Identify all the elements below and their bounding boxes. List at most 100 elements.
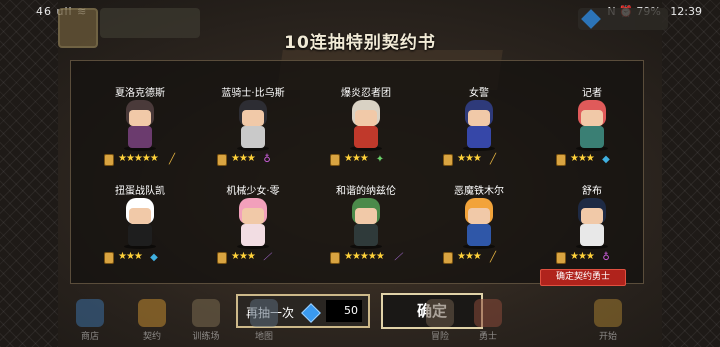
sprite-body — [354, 224, 378, 246]
gem-icon: ◆ — [602, 154, 610, 165]
sprite-face — [129, 110, 151, 126]
scroll-icon — [443, 154, 453, 166]
hero-name: 扭蛋战队凯 — [115, 186, 165, 197]
sprite-body — [467, 224, 491, 246]
sprite-body — [128, 126, 152, 148]
dialog-title: 10连抽特别契约书 — [284, 33, 436, 53]
nav-item[interactable]: 勇士 — [468, 299, 508, 343]
hero-stars: ★★★ — [231, 251, 256, 262]
baton-icon: ╱ — [489, 154, 497, 165]
ring-icon: ♁ — [602, 252, 610, 263]
nav-label: 冒险 — [430, 332, 449, 342]
nav-label: 地图 — [254, 332, 273, 342]
sprite-face — [355, 208, 377, 224]
hero-name: 舒布 — [582, 186, 602, 197]
hero-name: 夏洛克德斯 — [115, 88, 165, 99]
hero-card[interactable]: 和谐的纳兹伦 ★★★★★ ⟋ — [316, 182, 416, 286]
hero-name: 和谐的纳兹伦 — [336, 186, 396, 197]
hero-rank-row: ★★★ ╱ — [429, 251, 529, 266]
nav-icon — [76, 299, 104, 327]
sprite-body — [580, 224, 604, 246]
scroll-icon — [104, 252, 114, 264]
nav-item[interactable]: 地图 — [244, 299, 284, 343]
sprite-face — [581, 110, 603, 126]
scroll-icon — [217, 252, 227, 264]
nav-icon — [138, 299, 166, 327]
sprite-face — [468, 110, 490, 126]
player-info-panel — [100, 8, 200, 38]
hero-sprite — [570, 198, 614, 249]
hero-card[interactable]: 机械少女·零 ★★★ ⟋ — [203, 182, 303, 286]
nav-item[interactable]: 开始 — [588, 299, 628, 343]
nav-label: 勇士 — [478, 332, 497, 342]
hero-sprite — [344, 100, 388, 151]
left-web-border — [0, 0, 58, 347]
hero-sprite — [118, 198, 162, 249]
sprite-body — [241, 126, 265, 148]
confirm-contract-hero-tag[interactable]: 确定契约勇士 — [540, 269, 626, 286]
hero-card[interactable]: 夏洛克德斯 ★★★★★ ╱ — [90, 84, 190, 188]
scroll-icon — [104, 154, 114, 166]
gem-counter[interactable] — [578, 8, 668, 30]
sprite-face — [242, 208, 264, 224]
hero-rank-row: ★★★ ✦ — [316, 153, 416, 168]
right-web-border — [662, 0, 720, 347]
hero-sprite — [231, 100, 275, 151]
diamond-icon — [301, 303, 321, 323]
nav-item[interactable]: 训练场 — [186, 299, 226, 343]
sprite-face — [242, 110, 264, 126]
dialog-title-bar: 10连抽特别契约书 — [255, 28, 465, 58]
nav-item[interactable]: 契约 — [132, 299, 172, 343]
hero-sprite — [344, 198, 388, 249]
nav-label: 开始 — [598, 332, 617, 342]
staff-icon: ⟋ — [263, 252, 271, 263]
hero-rank-row: ★★★ ╱ — [429, 153, 529, 168]
sprite-body — [128, 224, 152, 246]
hero-card[interactable]: 女警 ★★★ ╱ — [429, 84, 529, 188]
hero-sprite — [118, 100, 162, 151]
hero-stars: ★★★★★ — [118, 153, 159, 164]
draw-again-cost: 50 — [326, 300, 362, 322]
hero-name: 蓝骑士·比乌斯 — [221, 88, 285, 99]
hero-sprite — [570, 100, 614, 151]
hero-card[interactable]: 蓝骑士·比乌斯 ★★★ ♁ — [203, 84, 303, 188]
hero-sprite — [457, 198, 501, 249]
scroll-icon — [330, 154, 340, 166]
shuriken-icon: ✦ — [375, 154, 385, 165]
hero-name: 恶魔铁木尔 — [454, 186, 504, 197]
hero-card[interactable]: 记者 ★★★ ◆ — [542, 84, 642, 188]
scroll-icon — [443, 252, 453, 264]
hero-stars: ★★★ — [344, 153, 369, 164]
hero-card[interactable]: 恶魔铁木尔 ★★★ ╱ — [429, 182, 529, 286]
hero-rank-row: ★★★★★ ╱ — [90, 153, 190, 168]
nav-icon — [474, 299, 502, 327]
sprite-body — [354, 126, 378, 148]
staff-icon: ⟋ — [394, 252, 402, 263]
nav-icon — [250, 299, 278, 327]
nav-item[interactable]: 冒险 — [420, 299, 460, 343]
sprite-face — [129, 208, 151, 224]
sprite-face — [581, 208, 603, 224]
clock: 12:39 — [670, 5, 702, 18]
nav-label: 训练场 — [192, 332, 220, 342]
nav-label: 契约 — [142, 332, 161, 342]
player-avatar[interactable] — [58, 8, 98, 48]
sprite-body — [241, 224, 265, 246]
hero-name: 爆炎忍者团 — [341, 88, 391, 99]
hero-card[interactable]: 爆炎忍者团 ★★★ ✦ — [316, 84, 416, 188]
hero-stars: ★★★ — [231, 153, 256, 164]
wand-icon: ╱ — [168, 154, 176, 165]
nav-item[interactable]: 商店 — [70, 299, 110, 343]
hero-rank-row: ★★★ ♁ — [542, 251, 642, 266]
hero-sprite — [457, 100, 501, 151]
scroll-icon — [330, 252, 340, 264]
nav-icon — [426, 299, 454, 327]
nav-icon — [594, 299, 622, 327]
baton-icon: ╱ — [489, 252, 497, 263]
hero-name: 女警 — [469, 88, 489, 99]
hero-card[interactable]: 扭蛋战队凯 ★★★ ◆ — [90, 182, 190, 286]
hero-rank-row: ★★★ ⟋ — [203, 251, 303, 266]
hero-stars: ★★★ — [457, 153, 482, 164]
scroll-icon — [556, 154, 566, 166]
sprite-body — [467, 126, 491, 148]
